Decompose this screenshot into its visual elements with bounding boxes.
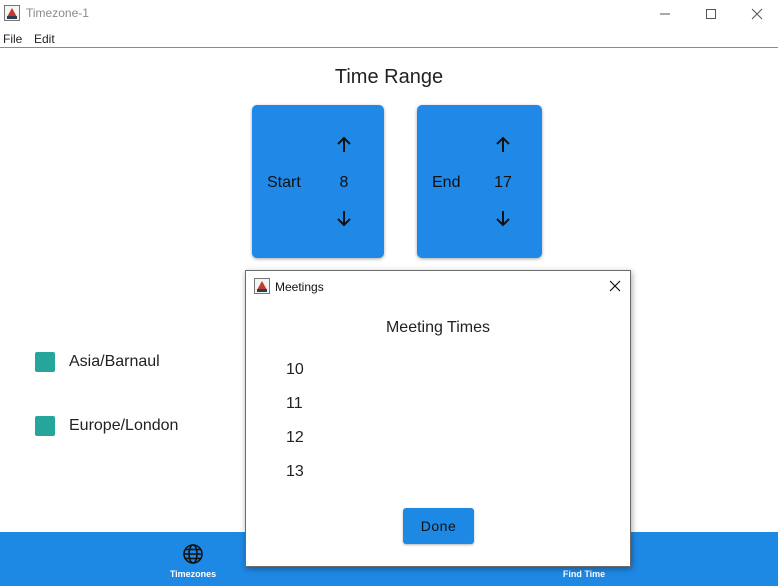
dialog-title: Meetings xyxy=(275,280,324,294)
java-app-icon xyxy=(4,5,20,21)
maximize-icon xyxy=(706,8,716,19)
arrow-down-icon xyxy=(337,211,351,227)
meetings-dialog: Meetings Meeting Times 10 11 12 13 Done xyxy=(245,270,631,567)
close-icon xyxy=(751,8,763,19)
meeting-time-item: 11 xyxy=(286,395,303,412)
dialog-close-button[interactable] xyxy=(606,277,624,295)
end-value: 17 xyxy=(494,174,512,191)
meeting-time-item: 13 xyxy=(286,463,304,480)
window-title: Timezone-1 xyxy=(26,6,89,20)
java-app-icon xyxy=(254,278,270,294)
start-label: Start xyxy=(267,174,301,191)
menu-file[interactable]: File xyxy=(3,32,22,46)
meeting-time-item: 12 xyxy=(286,429,304,446)
timezone-label: Asia/Barnaul xyxy=(69,353,160,370)
nav-timezones-label: Timezones xyxy=(169,569,217,579)
close-icon xyxy=(609,280,621,292)
title-bar: Timezone-1 xyxy=(0,0,778,27)
maximize-button[interactable] xyxy=(688,0,734,27)
page-title: Time Range xyxy=(334,66,444,88)
timezone-color-swatch xyxy=(35,352,55,372)
start-increment-button[interactable] xyxy=(332,133,356,157)
arrow-up-icon xyxy=(496,136,510,152)
close-window-button[interactable] xyxy=(734,0,778,27)
timezone-item[interactable]: Europe/London xyxy=(35,415,178,437)
arrow-down-icon xyxy=(496,211,510,227)
end-increment-button[interactable] xyxy=(491,133,515,157)
nav-timezones[interactable]: Timezones xyxy=(133,532,253,586)
minimize-button[interactable] xyxy=(642,0,688,27)
start-time-card: Start 8 xyxy=(252,105,384,258)
app-window: Timezone-1 File Edit Time Range Start 8 … xyxy=(0,0,778,586)
arrow-up-icon xyxy=(337,136,351,152)
globe-icon xyxy=(183,544,203,564)
timezone-item[interactable]: Asia/Barnaul xyxy=(35,351,160,373)
dialog-heading: Meeting Times xyxy=(385,319,491,336)
end-decrement-button[interactable] xyxy=(491,206,515,230)
menu-edit[interactable]: Edit xyxy=(34,32,55,46)
start-decrement-button[interactable] xyxy=(332,206,356,230)
timezone-label: Europe/London xyxy=(69,417,179,434)
menu-bar: File Edit xyxy=(0,30,778,48)
done-button[interactable]: Done xyxy=(403,508,474,544)
timezone-color-swatch xyxy=(35,416,55,436)
minimize-icon xyxy=(660,13,670,14)
nav-find-time-label: Find Time xyxy=(562,569,606,579)
dialog-title-bar: Meetings xyxy=(246,271,630,301)
end-label: End xyxy=(432,174,461,191)
end-time-card: End 17 xyxy=(417,105,542,258)
meeting-time-item: 10 xyxy=(286,361,304,378)
start-value: 8 xyxy=(339,174,349,191)
